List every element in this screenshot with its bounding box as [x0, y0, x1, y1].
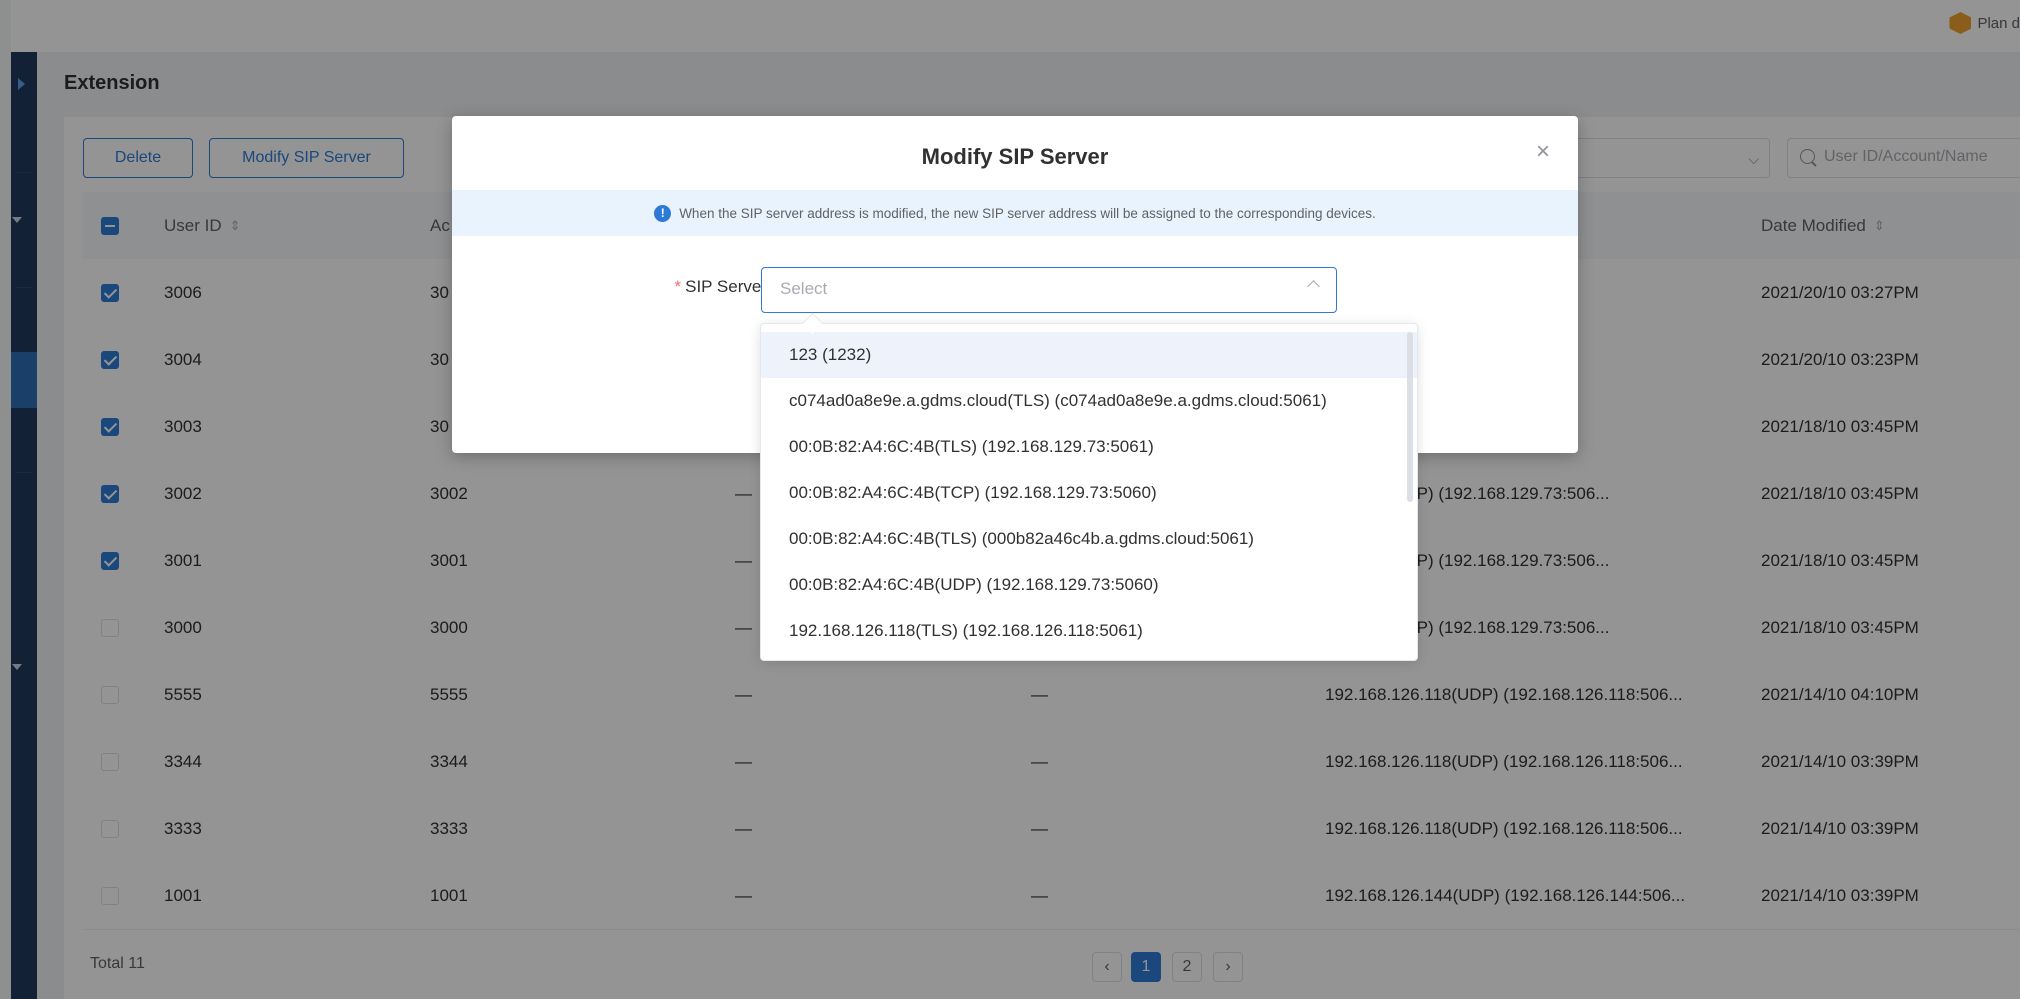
sip-server-option[interactable]: c074ad0a8e9e.a.gdms.cloud(TLS) (c074ad0a… — [761, 378, 1417, 424]
close-icon[interactable]: × — [1536, 140, 1550, 164]
sip-server-options: 123 (1232) c074ad0a8e9e.a.gdms.cloud(TLS… — [761, 324, 1417, 662]
info-icon: ! — [654, 204, 672, 222]
chevron-up-icon — [1307, 280, 1320, 293]
sip-server-select[interactable]: Select — [761, 267, 1337, 313]
sip-server-option[interactable]: 192.168.126.118(TLS) (192.168.126.118:50… — [761, 608, 1417, 654]
sip-server-label: * SIP Server — [632, 277, 767, 297]
sip-server-option[interactable]: 00:0B:82:A4:6C:4B(UDP) (192.168.129.73:5… — [761, 562, 1417, 608]
sip-server-option[interactable]: 00:0B:82:A4:6C:4B(TLS) (192.168.129.73:5… — [761, 424, 1417, 470]
required-asterisk: * — [674, 277, 682, 296]
sip-server-placeholder: Select — [780, 279, 828, 298]
dialog-notice-text: When the SIP server address is modified,… — [679, 205, 1376, 221]
sip-server-dropdown: 123 (1232) c074ad0a8e9e.a.gdms.cloud(TLS… — [760, 312, 1418, 662]
dialog-notice: ! When the SIP server address is modifie… — [452, 190, 1578, 236]
sip-server-option[interactable]: 123 (1232) — [761, 332, 1417, 378]
sip-server-label-text: SIP Server — [685, 277, 767, 296]
dropdown-scrollbar[interactable] — [1407, 332, 1413, 502]
sip-server-option[interactable]: 00:0B:82:A4:6C:4B(TCP) (192.168.129.73:5… — [761, 470, 1417, 516]
dialog-title: Modify SIP Server — [921, 144, 1109, 169]
sip-server-option[interactable]: 00:0B:82:A4:6C:4B(TLS) (000b82a46c4b.a.g… — [761, 516, 1417, 562]
